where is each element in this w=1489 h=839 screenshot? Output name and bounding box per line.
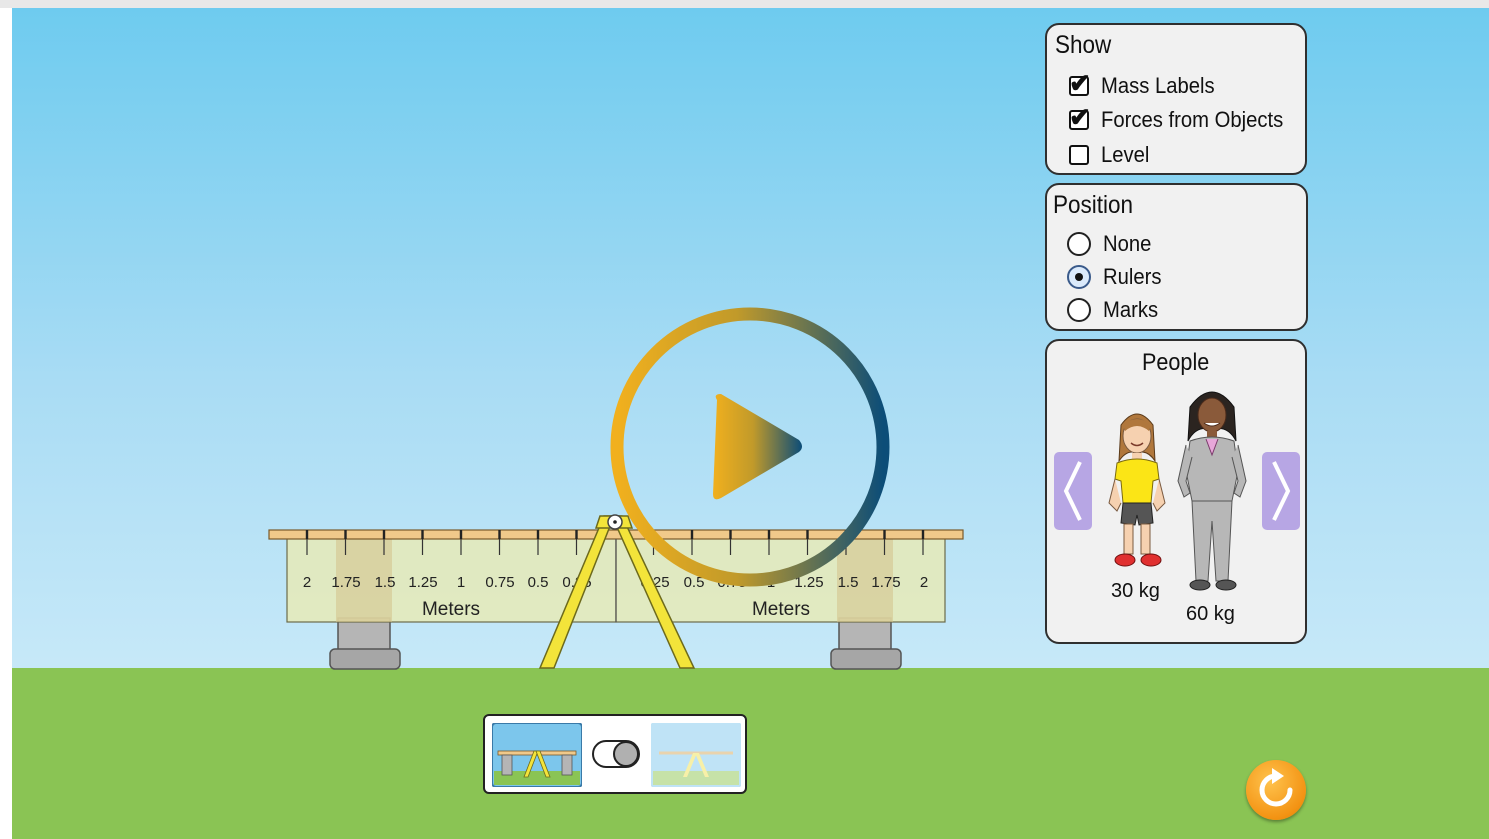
left-support[interactable] — [329, 617, 401, 670]
chevron-left-icon — [1063, 461, 1082, 521]
plank-mark — [459, 530, 463, 539]
girl-mass-label: 30 kg — [1111, 580, 1160, 602]
supports-toggle-panel — [483, 714, 747, 794]
position-rulers-label: Rulers — [1103, 264, 1162, 289]
level-checkbox[interactable] — [1069, 145, 1089, 165]
mass-labels-label: Mass Labels — [1101, 73, 1215, 98]
ruler-tick-label: 1 — [457, 574, 465, 591]
mass-labels-checkbox[interactable]: ✔ — [1069, 70, 1091, 96]
girl-figure[interactable] — [1101, 403, 1173, 578]
position-marks-row[interactable]: Marks — [1067, 297, 1163, 323]
plank-mark — [536, 530, 540, 539]
ruler-tick-label: 2 — [303, 574, 311, 591]
reset-button[interactable] — [1246, 760, 1306, 820]
right-support[interactable] — [830, 617, 902, 670]
level-label: Level — [1101, 142, 1150, 167]
reset-icon — [1259, 768, 1293, 807]
position-none-radio[interactable] — [1067, 232, 1091, 256]
position-none-label: None — [1103, 231, 1152, 256]
checkmark-icon: ✔ — [1069, 102, 1091, 132]
ruler-tick-label: 1.75 — [331, 574, 360, 591]
show-panel-title: Show — [1055, 31, 1112, 59]
plank-mark — [382, 530, 386, 539]
supports-on-button[interactable] — [492, 723, 582, 787]
position-rulers-row[interactable]: Rulers — [1067, 264, 1167, 290]
supports-toggle-switch[interactable] — [591, 738, 641, 770]
level-checkbox-row[interactable]: Level — [1069, 142, 1154, 168]
ruler-tick-label: 1.5 — [375, 574, 396, 591]
mass-labels-checkbox-row[interactable]: ✔ Mass Labels — [1069, 70, 1225, 99]
plank-mark — [498, 530, 501, 539]
plank-mark — [305, 530, 309, 539]
left-ruler-unit: Meters — [422, 599, 480, 620]
forces-checkbox-row[interactable]: ✔ Forces from Objects — [1069, 104, 1299, 133]
top-bar — [0, 0, 1489, 8]
play-button[interactable] — [609, 306, 891, 588]
checkmark-icon: ✔ — [1069, 68, 1091, 98]
position-rulers-radio[interactable] — [1067, 265, 1091, 289]
ruler-tick-label: 0.75 — [485, 574, 514, 591]
plank-mark — [575, 530, 578, 539]
position-none-row[interactable]: None — [1067, 231, 1156, 257]
plank-mark — [921, 530, 925, 539]
ruler-tick-label: 2 — [920, 574, 928, 591]
people-prev-button[interactable] — [1054, 452, 1092, 530]
chevron-right-icon — [1272, 461, 1291, 521]
show-panel: Show ✔ Mass Labels ✔ Forces from Objects… — [1045, 23, 1307, 175]
position-marks-label: Marks — [1103, 297, 1159, 322]
supports-off-button[interactable] — [651, 723, 741, 787]
simulation-stage: 2 1.75 1.5 1.25 1 0.75 0.5 0.25 0.25 0.5… — [12, 8, 1489, 839]
forces-from-objects-checkbox[interactable]: ✔ — [1069, 104, 1091, 130]
people-panel: People 30 kg 60 kg — [1045, 339, 1307, 644]
position-marks-radio[interactable] — [1067, 298, 1091, 322]
people-next-button[interactable] — [1262, 452, 1300, 530]
right-ruler-unit: Meters — [752, 599, 810, 620]
play-icon — [713, 394, 802, 500]
ruler-tick-label: 1.25 — [408, 574, 437, 591]
position-panel-title: Position — [1053, 191, 1134, 219]
woman-figure[interactable] — [1172, 381, 1252, 596]
plank-mark — [344, 530, 347, 539]
woman-mass-label: 60 kg — [1186, 603, 1235, 625]
ruler-tick-label: 0.5 — [528, 574, 549, 591]
forces-from-objects-label: Forces from Objects — [1101, 107, 1284, 132]
people-panel-title: People — [1142, 349, 1210, 376]
plank-mark — [421, 530, 424, 539]
position-panel: Position None Rulers Marks — [1045, 183, 1308, 331]
